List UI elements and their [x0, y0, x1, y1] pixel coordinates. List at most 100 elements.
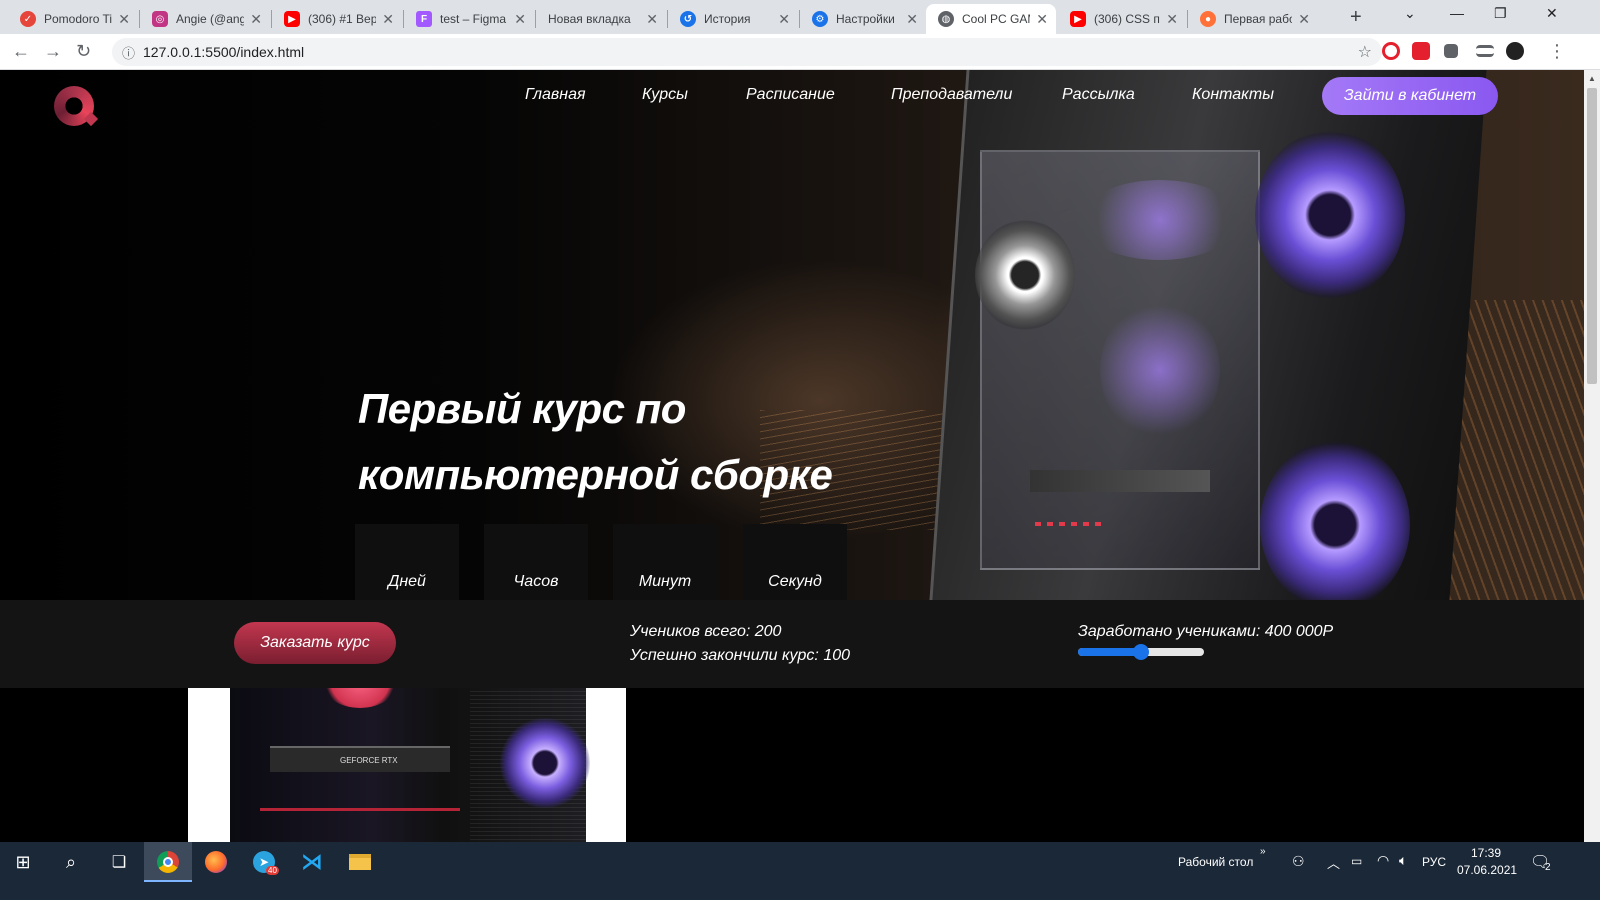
tab-settings[interactable]: ⚙ Настройки ✕ — [800, 4, 926, 34]
hero-title-line-2: компьютерной сборке — [358, 451, 833, 498]
globe-icon: ◍ — [938, 11, 954, 27]
gear-icon: ⚙ — [812, 11, 828, 27]
tab-cool-pc[interactable]: ◍ Cool PC GAM ✕ — [926, 4, 1056, 34]
video-extension-icon[interactable] — [1412, 42, 1430, 60]
nav-newsletter[interactable]: Рассылка — [1062, 86, 1135, 104]
earned-slider[interactable] — [1078, 644, 1204, 660]
telegram-icon[interactable]: ➤ 40 — [240, 842, 288, 882]
address-bar[interactable]: ⓘ 127.0.0.1:5500/index.html ☆ — [112, 38, 1382, 66]
tab-instagram[interactable]: ◎ Angie (@ang ✕ — [140, 4, 270, 34]
minimize-icon[interactable]: — — [1450, 5, 1464, 21]
desktop-toolbar-label[interactable]: Рабочий стол — [1178, 855, 1253, 869]
close-icon[interactable]: ✕ — [382, 11, 394, 28]
tab-figma[interactable]: F test – Figma ✕ — [404, 4, 534, 34]
tab-first-work[interactable]: ● Первая рабо ✕ — [1188, 4, 1318, 34]
new-tab-icon[interactable]: + — [1350, 6, 1362, 29]
page-scrollbar[interactable]: ▲ ▼ — [1584, 70, 1600, 860]
tab-youtube-1[interactable]: ▶ (306) #1 Вер ✕ — [272, 4, 402, 34]
menu-kebab-icon[interactable]: ⋮ — [1548, 41, 1566, 62]
browser-toolbar: ← → ↻ ⓘ 127.0.0.1:5500/index.html ☆ ⋮ — [0, 34, 1600, 70]
wifi-icon[interactable]: ◠ — [1377, 852, 1389, 869]
stats-bar: Заказать курс Учеников всего: 200 Успешн… — [0, 600, 1584, 688]
close-icon[interactable]: ✕ — [1166, 11, 1178, 28]
close-icon[interactable]: ✕ — [118, 11, 130, 28]
telegram-badge: 40 — [266, 866, 279, 875]
nav-courses[interactable]: Курсы — [642, 86, 688, 104]
clock-date[interactable]: 07.06.2021 — [1457, 863, 1517, 877]
close-icon[interactable]: ✕ — [514, 11, 526, 28]
profile-avatar[interactable] — [1506, 42, 1524, 60]
reload-icon[interactable]: ↻ — [76, 41, 91, 62]
info-icon[interactable]: ⓘ — [122, 43, 135, 62]
forward-icon[interactable]: → — [44, 41, 62, 62]
tab-new[interactable]: Новая вкладка ✕ — [536, 4, 666, 34]
chrome-icon[interactable] — [144, 842, 192, 882]
scroll-up-icon[interactable]: ▲ — [1588, 74, 1596, 83]
tab-youtube-2[interactable]: ▶ (306) CSS по ✕ — [1058, 4, 1186, 34]
history-icon: ↺ — [680, 11, 696, 27]
tab-title: Angie (@ang — [176, 12, 245, 26]
tab-title: (306) #1 Вер — [308, 12, 377, 26]
figma-icon: F — [416, 11, 432, 27]
vscode-icon[interactable]: ⋊ — [288, 842, 336, 882]
slider-knob[interactable] — [1133, 644, 1149, 660]
order-course-button[interactable]: Заказать курс — [234, 622, 396, 664]
tab-strip: ✓ Pomodoro Ti ✕ ◎ Angie (@ang ✕ ▶ (306) … — [0, 0, 1600, 34]
nav-schedule[interactable]: Расписание — [746, 86, 835, 104]
youtube-icon: ▶ — [284, 11, 300, 27]
close-icon[interactable]: ✕ — [646, 11, 658, 28]
firefox-icon[interactable] — [192, 842, 240, 882]
tab-title: test – Figma — [440, 12, 507, 26]
gpu-image — [1030, 470, 1210, 492]
youtube-icon: ▶ — [1070, 11, 1086, 27]
battery-icon[interactable]: ▭ — [1351, 854, 1362, 868]
close-icon[interactable]: ✕ — [1036, 11, 1048, 28]
close-icon[interactable]: ✕ — [250, 11, 262, 28]
page-viewport: Главная Курсы Расписание Преподаватели Р… — [0, 70, 1584, 860]
close-window-icon[interactable]: ✕ — [1546, 5, 1558, 22]
tab-pomodoro[interactable]: ✓ Pomodoro Ti ✕ — [8, 4, 138, 34]
site-logo[interactable] — [54, 86, 94, 126]
earned-text: Заработано учениками: 400 000Р — [1078, 623, 1334, 640]
counter-hours: Часов — [484, 524, 588, 600]
pink-fan — [320, 688, 400, 708]
tab-search-icon[interactable]: ⌄ — [1404, 5, 1416, 22]
toolbar-expand-icon[interactable]: » — [1260, 846, 1266, 857]
counter-seconds: Секунд — [743, 524, 847, 600]
people-icon[interactable]: ⚇ — [1292, 853, 1305, 870]
red-led-strip — [260, 808, 460, 811]
maximize-icon[interactable]: ❐ — [1494, 5, 1507, 22]
close-icon[interactable]: ✕ — [906, 11, 918, 28]
login-button[interactable]: Зайти в кабинет — [1322, 77, 1498, 115]
instagram-icon: ◎ — [152, 11, 168, 27]
close-icon[interactable]: ✕ — [778, 11, 790, 28]
nav-teachers[interactable]: Преподаватели — [891, 86, 1012, 104]
nav-contacts[interactable]: Контакты — [1192, 86, 1274, 104]
close-icon[interactable]: ✕ — [1298, 11, 1310, 28]
volume-icon[interactable]: 🔈︎ — [1399, 852, 1407, 869]
file-explorer-icon[interactable] — [336, 842, 384, 882]
hero-title-line-1: Первый курс по — [358, 385, 686, 432]
course-card-image: GEFORCE RTX — [188, 688, 626, 860]
task-view-icon[interactable]: ❏ — [96, 842, 142, 882]
clock-time[interactable]: 17:39 — [1471, 846, 1501, 860]
back-icon[interactable]: ← — [12, 41, 30, 62]
scrollbar-thumb[interactable] — [1587, 88, 1597, 384]
opera-extension-icon[interactable] — [1382, 42, 1400, 60]
tray-chevron-icon[interactable]: ︿ — [1327, 853, 1340, 872]
tab-title: Pomodoro Ti — [44, 12, 113, 26]
media-control-icon[interactable] — [1476, 45, 1494, 57]
search-icon[interactable]: ⌕ — [48, 842, 94, 882]
bookmark-star-icon[interactable]: ☆ — [1358, 42, 1372, 62]
pomodoro-icon: ✓ — [20, 11, 36, 27]
pc-fan-bottom — [1260, 440, 1410, 600]
windows-start-icon[interactable]: ⊞ — [0, 842, 46, 882]
notifications-count: 2 — [1545, 862, 1551, 873]
tab-title: Новая вкладка — [548, 12, 631, 26]
tab-title: Первая рабо — [1224, 12, 1293, 26]
extensions-puzzle-icon[interactable] — [1444, 44, 1458, 58]
counter-days: Дней — [355, 524, 459, 600]
nav-home[interactable]: Главная — [525, 86, 586, 104]
tab-history[interactable]: ↺ История ✕ — [668, 4, 798, 34]
language-indicator[interactable]: РУС — [1422, 855, 1446, 869]
